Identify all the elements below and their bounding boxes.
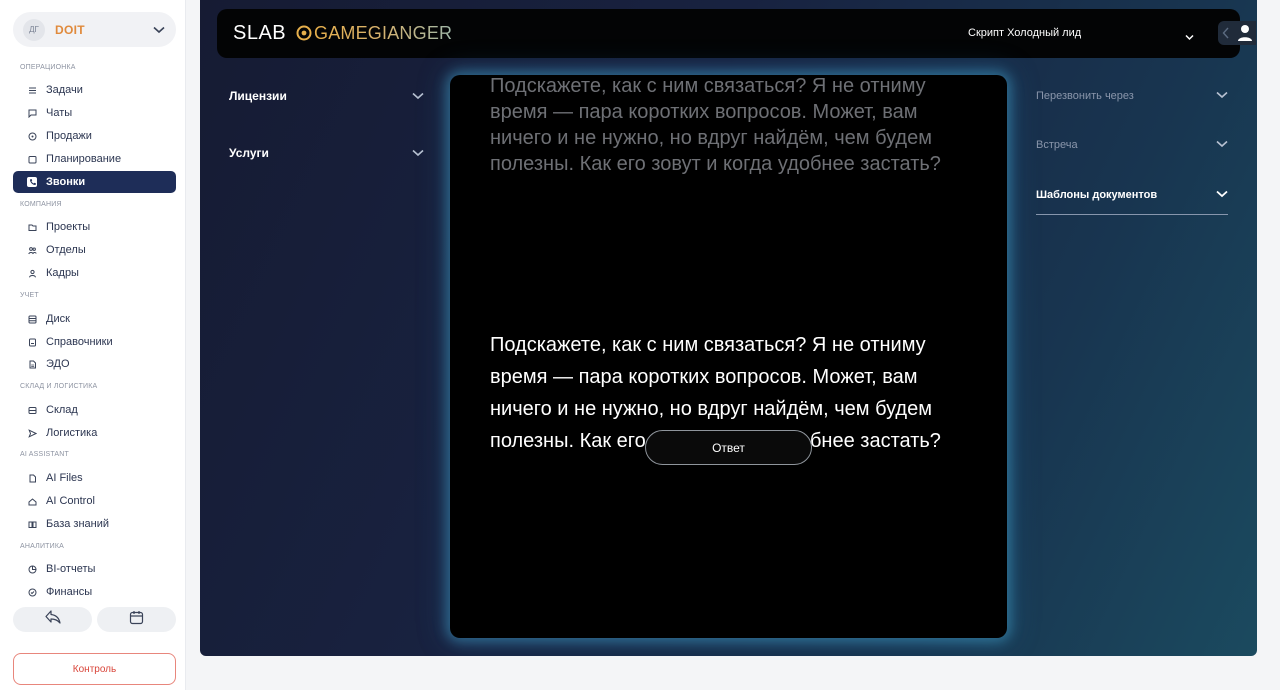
sidebar-item-chats[interactable]: Чаты [13,102,176,124]
user-icon [1237,24,1253,46]
section-title-company: КОМПАНИЯ [20,201,62,208]
sidebar-item-label: Звонки [46,176,86,188]
person-icon [27,268,37,278]
sidebar-item-label: BI-отчеты [46,563,96,575]
chevron-down-icon [1216,90,1228,102]
sidebar-item-label: Логистика [46,427,98,439]
sidebar-item-tasks[interactable]: Задачи [13,79,176,101]
sidebar-item-label: ЭДО [46,358,70,370]
sidebar-item-disk[interactable]: Диск [13,308,176,330]
sidebar-item-knowledge-base[interactable]: База знаний [13,513,176,535]
sidebar-item-calls[interactable]: Звонки [13,171,176,193]
chevron-down-icon [1216,189,1228,201]
sidebar-item-staff[interactable]: Кадры [13,262,176,284]
accordion-label: Лицензии [229,89,287,103]
answer-button[interactable]: Ответ [645,430,812,465]
accordion-label: Шаблоны документов [1036,189,1158,201]
sidebar-item-label: AI Files [46,472,83,484]
sidebar-item-label: Справочники [46,336,113,348]
user-menu-button[interactable] [1218,21,1256,45]
sidebar-item-finance[interactable]: Финансы [13,581,176,603]
section-title-ai: AI ASSISTANT [20,451,69,458]
sidebar-item-label: Диск [46,313,70,325]
sidebar-item-warehouse[interactable]: Склад [13,399,176,421]
main-panel: SLAB GAMEGIANGER Скрипт Холодный лид Лиц… [200,0,1257,656]
sidebar-item-projects[interactable]: Проекты [13,216,176,238]
chat-icon [27,108,37,118]
control-icon [27,496,37,506]
team-icon [27,245,37,255]
sidebar-item-label: Финансы [46,586,93,598]
book-icon [27,337,37,347]
accordion-label: Перезвонить через [1036,90,1134,102]
sidebar-item-label: Задачи [46,84,83,96]
chevron-down-icon [152,23,166,37]
sidebar-item-label: Склад [46,404,78,416]
accordion-licenses[interactable]: Лицензии [229,86,424,106]
finance-icon [27,587,37,597]
section-title-accounting: УЧЕТ [20,292,39,299]
chevron-left-icon [1222,26,1230,44]
accordion-label: Встреча [1036,139,1078,151]
sidebar-item-ai-control[interactable]: AI Control [13,490,176,512]
section-title-operations: ОПЕРАЦИОНКА [20,64,76,71]
chevron-down-icon[interactable] [1185,28,1194,46]
org-name: DOIT [55,22,85,37]
send-icon [27,428,37,438]
sidebar-item-references[interactable]: Справочники [13,331,176,353]
warehouse-icon [27,405,37,415]
knowledge-icon [27,519,37,529]
sidebar-item-ai-files[interactable]: AI Files [13,467,176,489]
sidebar-item-departments[interactable]: Отделы [13,239,176,261]
accordion-doc-templates[interactable]: Шаблоны документов [1036,185,1228,205]
sidebar-item-planning[interactable]: Планирование [13,148,176,170]
database-icon [27,314,37,324]
chart-icon [27,564,37,574]
sidebar-item-label: Отделы [46,244,86,256]
sales-icon [27,131,37,141]
brand-partner-logo: GAMEGIANGER [314,23,453,43]
chevron-down-icon [1216,139,1228,151]
brand-partner-icon [296,25,312,46]
previous-script-text: Подскажете, как с ним связаться? Я не от… [490,75,941,175]
accordion-services[interactable]: Услуги [229,143,424,163]
chevron-down-icon [412,89,424,103]
sidebar-item-label: Кадры [46,267,79,279]
document-icon [27,359,37,369]
sidebar-item-bi-reports[interactable]: BI-отчеты [13,558,176,580]
accordion-meeting[interactable]: Встреча [1036,135,1228,155]
org-avatar: ДГ [23,18,45,41]
section-title-analytics: АНАЛИТИКА [20,543,65,550]
sidebar: ДГ DOIT ОПЕРАЦИОНКА Задачи Чаты Продажи … [0,0,186,690]
sidebar-item-label: Продажи [46,130,92,142]
sidebar-item-label: Проекты [46,221,91,233]
share-button[interactable] [13,607,92,632]
accordion-callback[interactable]: Перезвонить через [1036,86,1228,106]
calendar-button[interactable] [97,607,176,632]
brand-slab-logo: SLAB [233,22,287,44]
divider [1036,214,1228,215]
control-button[interactable]: Контроль [13,653,176,685]
sidebar-item-edo[interactable]: ЭДО [13,353,176,375]
list-icon [27,85,37,95]
share-icon [44,610,61,629]
sidebar-item-label: Чаты [46,107,73,119]
sidebar-item-label: AI Control [46,495,95,507]
folder-icon [27,222,37,232]
phone-icon [27,177,37,187]
file-icon [27,473,37,483]
accordion-label: Услуги [229,146,269,160]
sidebar-item-label: База знаний [46,518,110,530]
script-select[interactable]: Скрипт Холодный лид [968,27,1081,39]
calendar-icon [27,154,37,164]
sidebar-item-label: Планирование [46,153,122,165]
top-bar: SLAB GAMEGIANGER Скрипт Холодный лид [217,9,1256,58]
chevron-down-icon [412,146,424,160]
script-card: Подскажете, как с ним связаться? Я не от… [450,75,1007,638]
calendar-icon [129,610,144,630]
section-title-warehouse: СКЛАД И ЛОГИСТИКА [20,383,98,390]
sidebar-item-sales[interactable]: Продажи [13,125,176,147]
org-switcher[interactable]: ДГ DOIT [13,12,176,47]
sidebar-item-logistics[interactable]: Логистика [13,422,176,444]
